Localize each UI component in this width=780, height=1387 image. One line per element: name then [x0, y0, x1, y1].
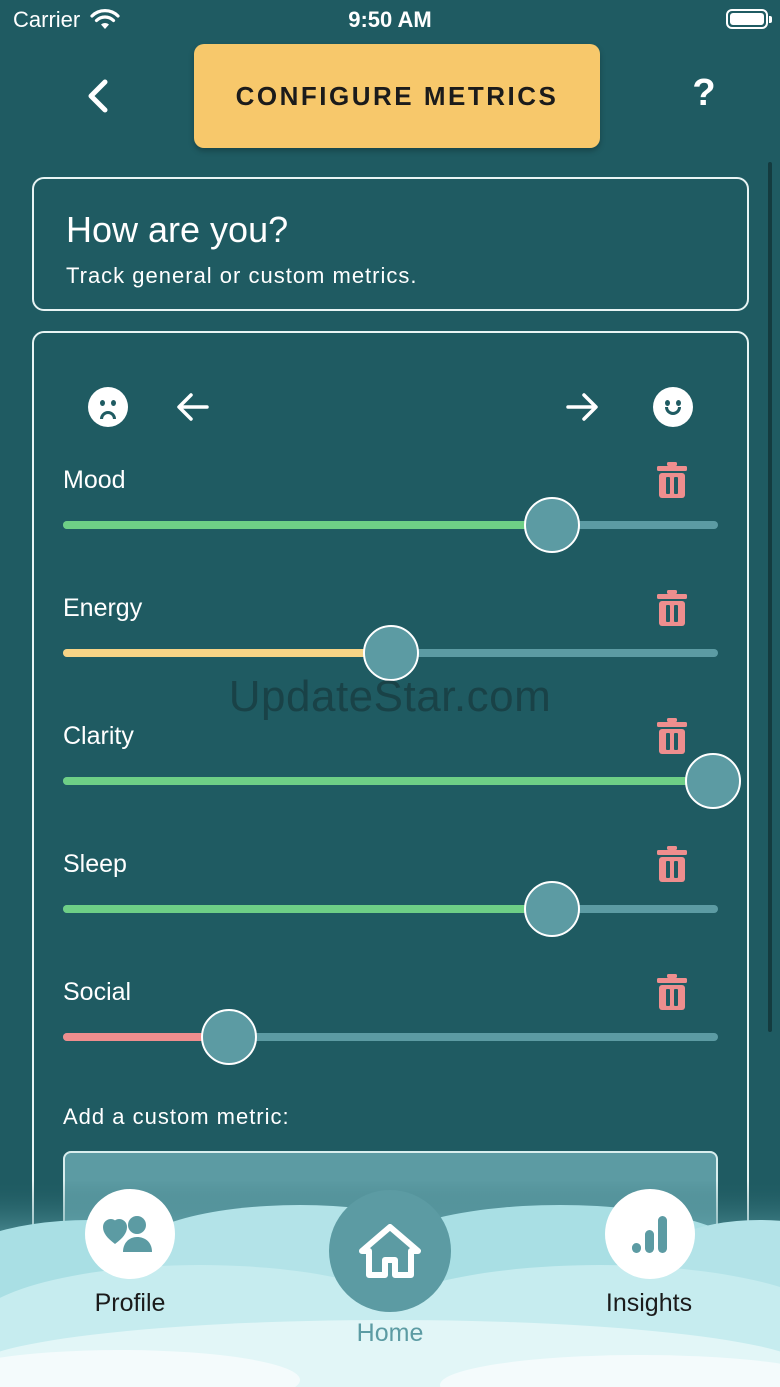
slider-fill-sleep: [63, 905, 552, 913]
slider-social[interactable]: [63, 1009, 718, 1065]
intro-title: How are you?: [66, 209, 289, 250]
happy-face-icon: [653, 387, 693, 427]
insights-icon-circle[interactable]: [605, 1189, 695, 1279]
nav-insights-label[interactable]: Insights: [549, 1289, 749, 1318]
slider-thumb-clarity[interactable]: [684, 753, 741, 809]
slider-clarity[interactable]: [63, 753, 741, 809]
custom-metric-label: Add a custom metric:: [63, 1104, 290, 1129]
slider-thumb-sleep[interactable]: [523, 881, 580, 937]
intro-card: How are you? Track general or custom met…: [32, 177, 749, 311]
delete-mood-trash-icon[interactable]: [656, 462, 688, 498]
chevron-left-icon: [88, 79, 108, 113]
battery-icon: [726, 9, 772, 29]
delete-social-trash-icon[interactable]: [656, 974, 688, 1010]
slider-sleep[interactable]: [63, 881, 718, 937]
slider-thumb-mood[interactable]: [523, 497, 580, 553]
metric-label-mood: Mood: [63, 466, 126, 494]
nav-home-label[interactable]: Home: [290, 1319, 490, 1348]
bar-chart-icon: [632, 1216, 667, 1253]
profile-icon-circle[interactable]: [85, 1189, 175, 1279]
nav-profile-label[interactable]: Profile: [30, 1289, 230, 1318]
intro-subtitle: Track general or custom metrics.: [66, 263, 418, 288]
slider-thumb-social[interactable]: [201, 1009, 258, 1065]
delete-energy-trash-icon[interactable]: [656, 590, 688, 626]
metric-label-sleep: Sleep: [63, 850, 127, 878]
profile-heart-icon: [103, 1216, 152, 1252]
slider-mood[interactable]: [63, 497, 718, 553]
metric-label-clarity: Clarity: [63, 722, 134, 750]
arrow-right-icon[interactable]: [562, 387, 602, 427]
slider-energy[interactable]: [63, 625, 718, 681]
scroll-indicator[interactable]: [768, 162, 772, 1032]
delete-sleep-trash-icon[interactable]: [656, 846, 688, 882]
home-icon-circle[interactable]: [329, 1190, 451, 1312]
arrow-left-icon[interactable]: [173, 387, 213, 427]
delete-clarity-trash-icon[interactable]: [656, 718, 688, 754]
slider-fill-mood: [63, 521, 552, 529]
back-button[interactable]: [76, 74, 120, 118]
help-button[interactable]: ?: [682, 72, 726, 122]
slider-fill-energy: [63, 649, 391, 657]
home-icon: [359, 1224, 421, 1278]
configure-metrics-button[interactable]: CONFIGURE METRICS: [194, 44, 600, 148]
metric-label-energy: Energy: [63, 594, 143, 622]
metric-label-social: Social: [63, 978, 132, 1006]
status-bar: Carrier 9:50 AM: [0, 0, 780, 40]
sad-face-icon: [88, 387, 128, 427]
slider-fill-clarity: [63, 777, 713, 785]
watermark: UpdateStar.com: [228, 672, 552, 721]
status-time: 9:50 AM: [348, 7, 432, 32]
